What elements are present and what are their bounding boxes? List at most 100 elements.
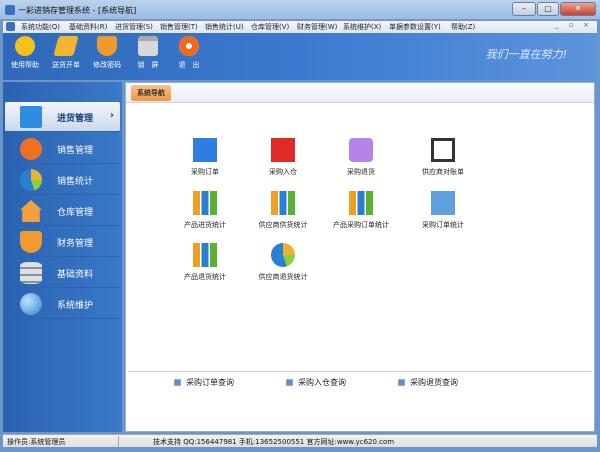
sidebar-label: 基础资料 [57,270,94,280]
title-bar: 一彩进销存管理系统 - [系统导航] – □ ✕ [0,0,600,20]
delivery-order-button[interactable]: 送货开单 [46,36,86,70]
slogan: 我们一直在努力! [485,48,567,61]
menu-help[interactable]: 帮助(Z) [451,22,475,32]
sidebar-item-warehouse[interactable]: 仓库管理 [5,196,120,226]
line-chart-icon [431,191,455,215]
change-password-button[interactable]: 修改密码 [87,36,127,70]
nav-item[interactable]: 供应商对账单 [408,138,478,177]
nav-item-label: 供应商退货统计 [258,273,308,281]
nav-item-label: 采购退货 [347,168,375,176]
maximize-button[interactable]: □ [537,2,559,16]
bar-chart-icon [193,243,217,267]
nav-item[interactable]: 供应商退货统计 [248,243,318,282]
status-support: 技术支持 QQ:156447981 手机:13652500551 官方网址:ww… [153,438,395,446]
mdi-close-button[interactable]: × [583,21,589,29]
menu-bar: 系统功能(Q) 基础资料(R) 进货管理(S) 销售管理(T) 销售统计(U) … [3,21,597,33]
nav-item-label: 产品退货统计 [184,273,226,281]
nav-item[interactable]: 采购订单统计 [408,191,478,230]
bullet-icon [286,379,293,386]
nav-item-label: 供应商对账单 [422,168,464,176]
nav-item[interactable]: 产品采购订单统计 [326,191,396,230]
menu-basic[interactable]: 基础资料(R) [69,22,107,32]
sidebar-item-finance[interactable]: 财务管理 [5,227,120,257]
status-separator [118,436,119,447]
link-label: 采购订单查询 [186,378,234,387]
menu-system[interactable]: 系统功能(Q) [21,22,60,32]
menu-doc-settings[interactable]: 单据参数设置(Y) [389,22,441,32]
menu-sales-stats[interactable]: 销售统计(U) [205,22,244,32]
sidebar-label: 销售统计 [57,177,94,187]
app-icon [5,5,15,15]
status-bar: 操作员:系统管理员 技术支持 QQ:156447981 手机:136525005… [3,434,597,447]
link-return-query[interactable]: 采购退货查询 [398,377,458,388]
divider [128,371,592,372]
sidebar-item-basic-data[interactable]: 基础资料 [5,258,120,288]
sidebar-item-sales[interactable]: 销售管理 [5,134,120,164]
pie-chart-icon [271,243,295,267]
bullet-icon [174,379,181,386]
nav-item[interactable]: 供应商供货统计 [248,191,318,230]
delivery-label: 送货开单 [52,61,80,69]
close-button[interactable]: ✕ [560,2,596,16]
sidebar-item-maintenance[interactable]: 系统维护 [5,289,120,319]
link-label: 采购入仓查询 [298,378,346,387]
out-icon [349,138,373,162]
menu-sales[interactable]: 销售管理(T) [160,22,198,32]
nav-item[interactable]: 产品进货统计 [170,191,240,230]
exit-icon [179,36,199,56]
status-operator: 操作员:系统管理员 [7,438,66,446]
lock-screen-button[interactable]: 锁 屏 [128,36,168,70]
nav-item-label: 采购订单 [191,168,219,176]
menu-app-icon [6,22,15,31]
database-icon [20,262,42,284]
sidebar-label: 系统维护 [57,301,94,311]
calendar-icon [431,138,455,162]
nav-item[interactable]: 采购入仓 [248,138,318,177]
lock-icon [138,36,158,56]
window-title: 一彩进销存管理系统 - [系统导航] [18,6,137,15]
tab-system-nav[interactable]: 系统导航 [131,85,171,101]
menu-finance[interactable]: 财务管理(W) [297,22,337,32]
sidebar-label: 财务管理 [57,239,94,249]
bullet-icon [398,379,405,386]
bar-chart-icon [271,191,295,215]
link-order-query[interactable]: 采购订单查询 [174,377,234,388]
pie-chart-icon [20,169,42,191]
menu-maintenance[interactable]: 系统维护(X) [343,22,381,32]
menu-warehouse[interactable]: 仓库管理(V) [251,22,289,32]
exit-label: 退 出 [178,61,200,69]
bar-chart-icon [349,191,373,215]
nav-item[interactable]: 产品退货统计 [170,243,240,282]
sidebar: 进货管理 › 销售管理 销售统计 仓库管理 财务管理 基础资料 系统维护 [3,82,122,432]
nav-item[interactable]: 采购退货 [326,138,396,177]
tab-header: 系统导航 [126,83,594,103]
mdi-minimize-button[interactable]: _ [555,21,559,29]
sidebar-label: 仓库管理 [57,208,94,218]
sidebar-label: 销售管理 [57,146,94,156]
package-icon [53,36,79,56]
mdi-restore-button[interactable]: ▫ [569,21,574,29]
nav-item-label: 采购订单统计 [422,221,464,229]
lightbulb-icon [15,36,35,56]
password-label: 修改密码 [93,61,121,69]
nav-item-label: 产品进货统计 [184,221,226,229]
menu-purchase[interactable]: 进货管理(S) [115,22,153,32]
nav-item[interactable]: 采购订单 [170,138,240,177]
order-icon [193,138,217,162]
rss-icon [20,138,42,160]
nav-item-label: 供应商供货统计 [258,221,308,229]
shield-icon [20,231,42,253]
chevron-right-icon: › [109,110,114,121]
minimize-button[interactable]: – [512,2,536,16]
link-inbound-query[interactable]: 采购入仓查询 [286,377,346,388]
lock-label: 锁 屏 [137,61,159,69]
nav-item-label: 采购入仓 [269,168,297,176]
help-button[interactable]: 使用帮助 [5,36,45,70]
sidebar-label: 进货管理 [57,114,94,124]
content-panel: 系统导航 采购订单 采购入仓 采购退货 供应商对账单产品进货统计 供应商供货统计 产品采购… [125,82,595,432]
link-label: 采购退货查询 [410,378,458,387]
exit-button[interactable]: 退 出 [169,36,209,70]
help-label: 使用帮助 [11,61,39,69]
sidebar-item-sales-stats[interactable]: 销售统计 [5,165,120,195]
sidebar-item-purchase[interactable]: 进货管理 › [5,102,120,132]
